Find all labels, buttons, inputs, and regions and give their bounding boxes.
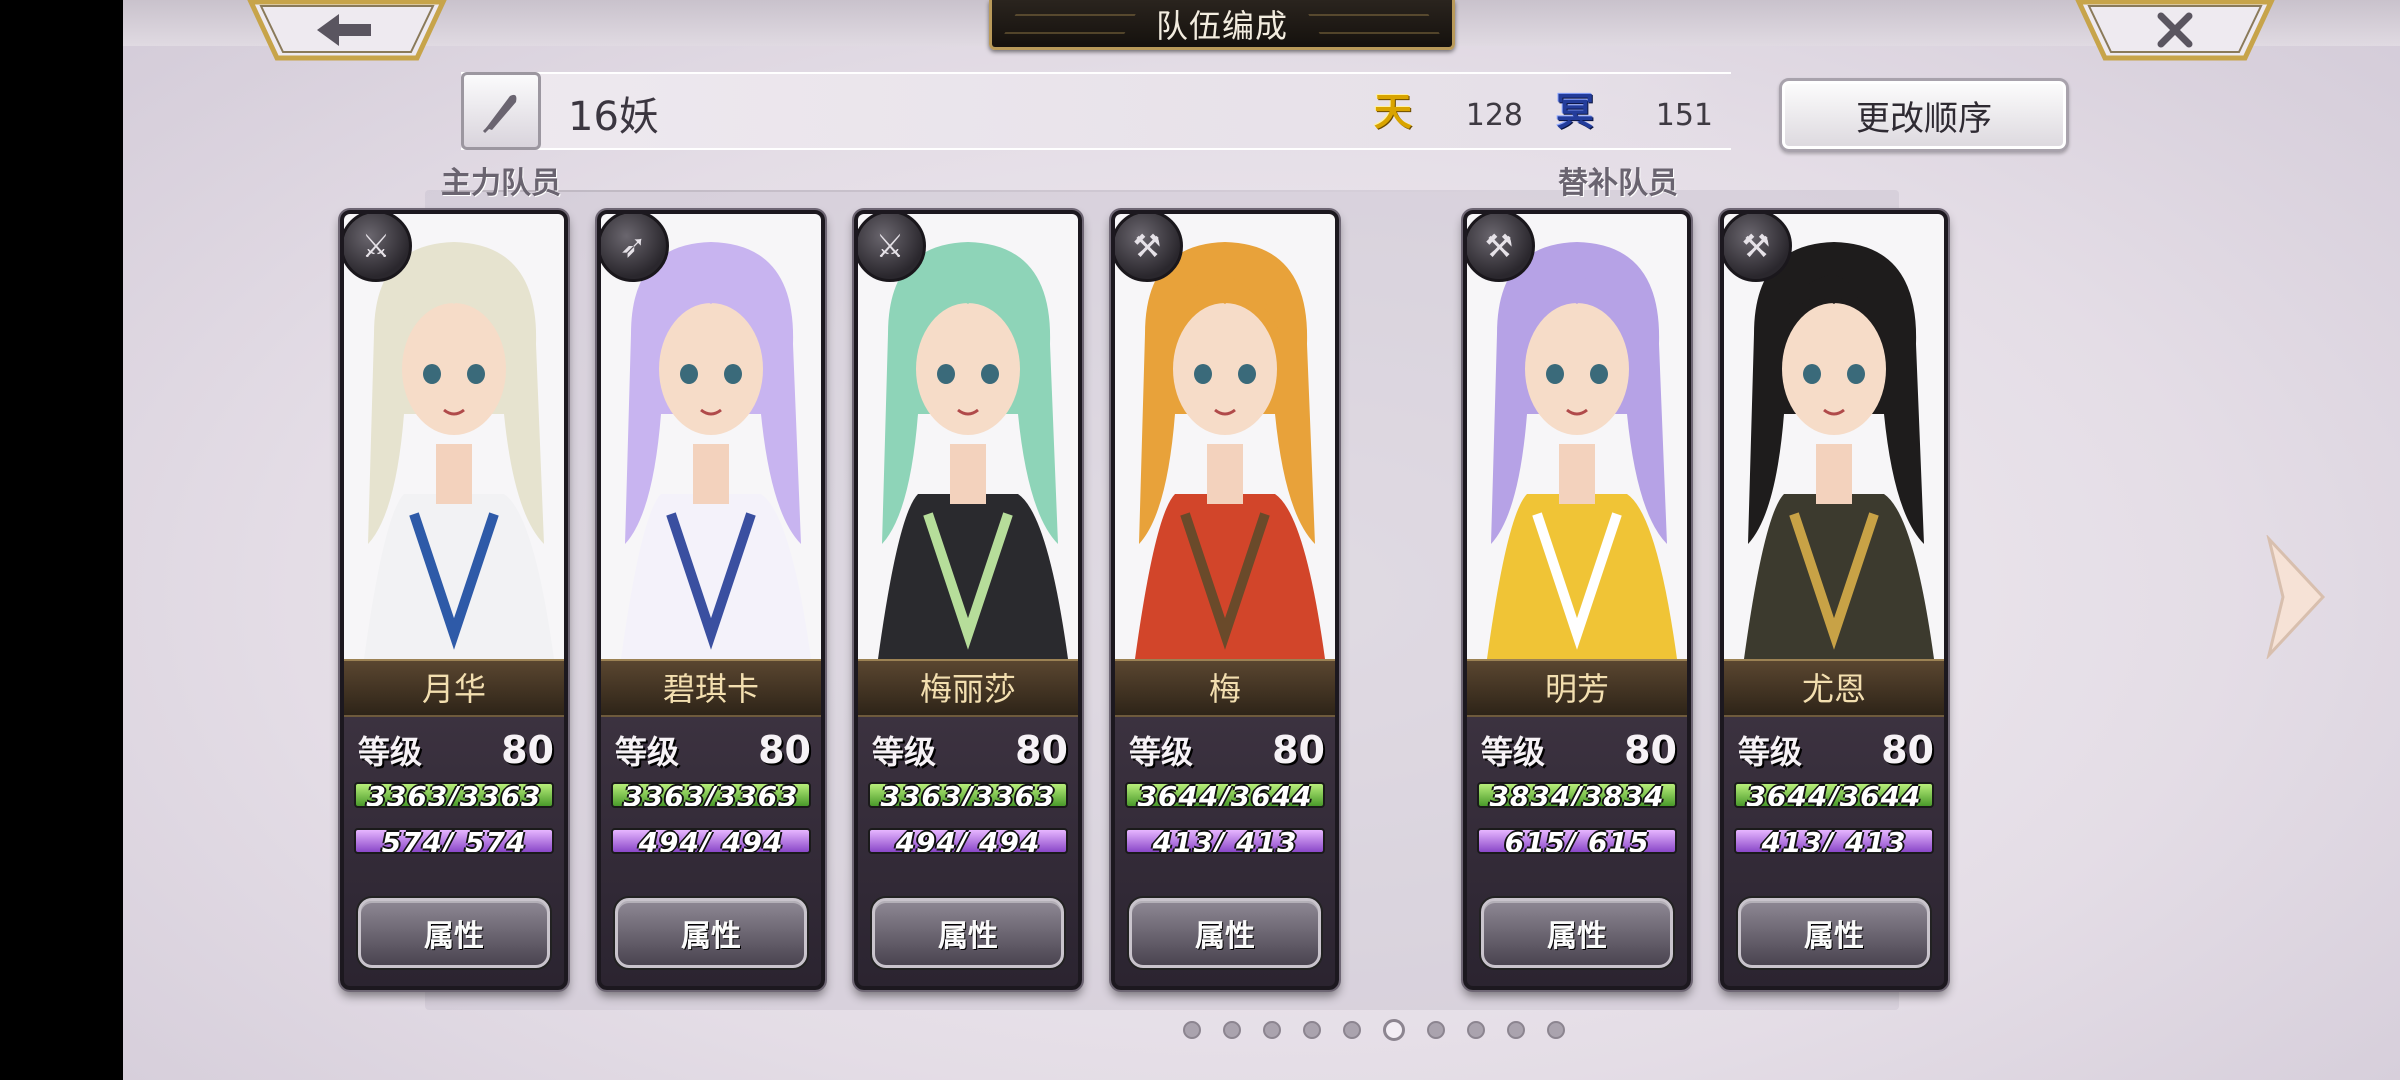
hp-bar: 3363/3363: [611, 782, 811, 808]
character-name: 尤恩: [1724, 659, 1944, 717]
mp-bar: 494/ 494: [611, 828, 811, 854]
level-row: 等级 80: [872, 727, 1068, 773]
character-name: 碧琪卡: [601, 659, 821, 717]
page-dot[interactable]: [1547, 1021, 1565, 1039]
chevron-right-icon: [2266, 533, 2326, 661]
mp-bar: 413/ 413: [1734, 828, 1934, 854]
hp-value: 3363/3363: [880, 782, 1056, 808]
character-name: 明芳: [1467, 659, 1687, 717]
character-card[interactable]: ⚒ 明芳 等级 80 3834/3834 615/ 615 属性: [1463, 210, 1691, 990]
level-row: 等级 80: [1481, 727, 1677, 773]
character-name: 梅: [1115, 659, 1335, 717]
level-label: 等级: [1129, 733, 1194, 771]
character-card[interactable]: ⚔ 梅丽莎 等级 80 3363/3363 494/ 494 属性: [854, 210, 1082, 990]
level-value: 80: [758, 728, 811, 772]
heaven-value: 128: [1465, 98, 1523, 133]
level-label: 等级: [1738, 733, 1803, 771]
character-name: 月华: [344, 659, 564, 717]
level-row: 等级 80: [1129, 727, 1325, 773]
page-dot[interactable]: [1383, 1019, 1405, 1041]
banner-ornament: [1004, 14, 1136, 34]
level-label: 等级: [1481, 733, 1546, 771]
hammer-icon: ⚒: [1115, 214, 1183, 282]
main-members-label: 主力队员: [441, 166, 561, 201]
character-name: 梅丽莎: [858, 659, 1078, 717]
hp-value: 3834/3834: [1489, 782, 1665, 808]
level-value: 80: [1272, 728, 1325, 772]
attributes-button[interactable]: 属性: [872, 898, 1064, 968]
mp-value: 494/ 494: [895, 828, 1041, 854]
level-label: 等级: [358, 733, 423, 771]
page-dot[interactable]: [1507, 1021, 1525, 1039]
page-dot[interactable]: [1303, 1021, 1321, 1039]
level-value: 80: [1624, 728, 1677, 772]
page-dot[interactable]: [1263, 1021, 1281, 1039]
sword-icon: ⚔: [858, 214, 926, 282]
mp-bar: 615/ 615: [1477, 828, 1677, 854]
game-screen: 队伍编成 16妖 天 128 冥 151 更改顺序 主力队员 替补队员 ⚔ 月华…: [123, 0, 2400, 1080]
page-title: 队伍编成: [1155, 6, 1288, 45]
page-dot[interactable]: [1343, 1021, 1361, 1039]
page-dot[interactable]: [1467, 1021, 1485, 1039]
page-dot[interactable]: [1183, 1021, 1201, 1039]
level-row: 等级 80: [615, 727, 811, 773]
hp-bar: 3363/3363: [354, 782, 554, 808]
title-banner: 队伍编成: [989, 0, 1455, 50]
mp-bar: 413/ 413: [1125, 828, 1325, 854]
hp-bar: 3644/3644: [1125, 782, 1325, 808]
page-dot[interactable]: [1427, 1021, 1445, 1039]
attributes-button[interactable]: 属性: [1738, 898, 1930, 968]
attributes-button[interactable]: 属性: [1129, 898, 1321, 968]
character-card[interactable]: ⚒ 梅 等级 80 3644/3644 413/ 413 属性: [1111, 210, 1339, 990]
mp-value: 574/ 574: [381, 828, 527, 854]
sword-icon: ⚔: [344, 214, 412, 282]
mp-bar: 574/ 574: [354, 828, 554, 854]
underworld-value: 151: [1655, 98, 1713, 133]
next-page-arrow[interactable]: [2263, 533, 2329, 661]
reserve-members-label: 替补队员: [1558, 166, 1678, 201]
hp-bar: 3644/3644: [1734, 782, 1934, 808]
hammer-icon: ⚒: [1724, 214, 1792, 282]
page-indicator: [1183, 1018, 1583, 1042]
character-card[interactable]: ⚒ 尤恩 等级 80 3644/3644 413/ 413 属性: [1720, 210, 1948, 990]
heaven-icon: 天: [1373, 90, 1412, 134]
character-card[interactable]: ➶ 碧琪卡 等级 80 3363/3363 494/ 494 属性: [597, 210, 825, 990]
banner-ornament: [1308, 14, 1440, 34]
character-card[interactable]: ⚔ 月华 等级 80 3363/3363 574/ 574 属性: [340, 210, 568, 990]
mp-value: 413/ 413: [1761, 828, 1907, 854]
section-divider-line: [441, 190, 1511, 192]
change-order-button[interactable]: 更改顺序: [1779, 78, 2069, 152]
mp-value: 494/ 494: [638, 828, 784, 854]
level-value: 80: [501, 728, 554, 772]
level-value: 80: [1015, 728, 1068, 772]
team-name: 16妖: [568, 94, 659, 140]
level-label: 等级: [615, 733, 680, 771]
level-value: 80: [1881, 728, 1934, 772]
close-icon: [2075, 0, 2275, 61]
close-button[interactable]: [2075, 0, 2275, 64]
hp-bar: 3834/3834: [1477, 782, 1677, 808]
hp-value: 3363/3363: [623, 782, 799, 808]
back-button[interactable]: [247, 0, 447, 64]
mp-value: 413/ 413: [1152, 828, 1298, 854]
hp-value: 3644/3644: [1746, 782, 1922, 808]
hp-bar: 3363/3363: [868, 782, 1068, 808]
mp-bar: 494/ 494: [868, 828, 1068, 854]
level-label: 等级: [872, 733, 937, 771]
attributes-button[interactable]: 属性: [615, 898, 807, 968]
attributes-button[interactable]: 属性: [358, 898, 550, 968]
level-row: 等级 80: [1738, 727, 1934, 773]
hp-value: 3363/3363: [366, 782, 542, 808]
quill-icon: [482, 94, 517, 134]
mp-value: 615/ 615: [1504, 828, 1650, 854]
attributes-button[interactable]: 属性: [1481, 898, 1673, 968]
hammer-icon: ⚒: [1467, 214, 1535, 282]
level-row: 等级 80: [358, 727, 554, 773]
underworld-icon: 冥: [1555, 90, 1594, 134]
back-arrow-icon: [247, 0, 447, 61]
hp-value: 3644/3644: [1137, 782, 1313, 808]
bow-icon: ➶: [601, 214, 669, 282]
page-dot[interactable]: [1223, 1021, 1241, 1039]
edit-name-button[interactable]: [461, 72, 541, 150]
